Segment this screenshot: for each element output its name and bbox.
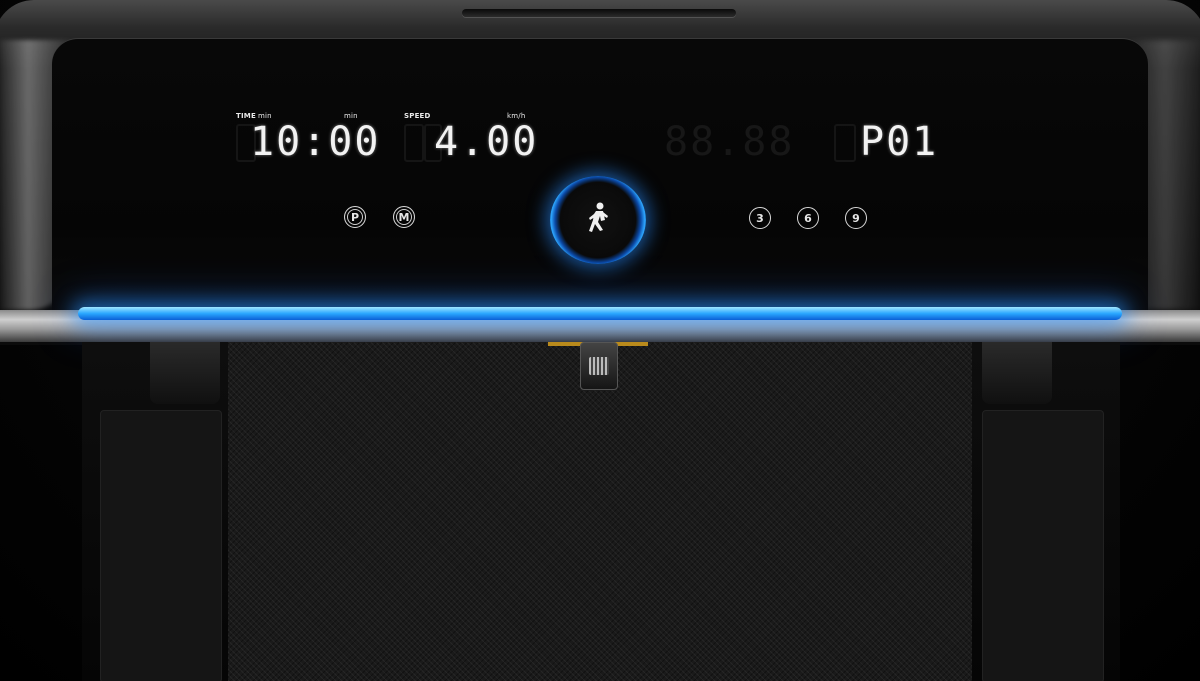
runner-icon xyxy=(589,202,608,232)
left-hinge xyxy=(150,342,220,404)
ambient-light-bar xyxy=(78,307,1122,320)
speed-preset-3-label: 3 xyxy=(756,211,764,225)
speed-readout: 4.00 xyxy=(434,119,539,165)
top-slot xyxy=(462,9,736,17)
program-readout: P01 xyxy=(860,119,939,165)
speed-label: SPEED xyxy=(404,112,431,120)
speed-ghost-digit-1 xyxy=(404,124,424,162)
right-hinge xyxy=(982,342,1052,404)
distance-readout-unlit: 88.88 xyxy=(664,119,795,165)
speed-preset-9-button[interactable]: 9 xyxy=(845,207,867,229)
program-mode-button[interactable]: P xyxy=(344,206,366,228)
left-foot-plate xyxy=(100,410,222,681)
manual-mode-button[interactable]: M xyxy=(393,206,415,228)
speed-preset-9-label: 9 xyxy=(852,211,860,225)
start-button[interactable] xyxy=(550,176,646,264)
treadmill-console-scene: TIME min min 10:00 SPEED km/h 4.00 88.88… xyxy=(0,0,1200,681)
right-foot-plate xyxy=(982,410,1104,681)
speed-preset-3-button[interactable]: 3 xyxy=(749,207,771,229)
program-mode-label: P xyxy=(350,210,360,224)
safety-key-clip[interactable] xyxy=(580,342,618,390)
running-belt xyxy=(228,342,972,681)
manual-mode-label: M xyxy=(398,210,410,224)
program-ghost-digit xyxy=(834,124,856,162)
time-readout: 10:00 xyxy=(250,119,381,165)
speed-preset-6-button[interactable]: 6 xyxy=(797,207,819,229)
speed-preset-6-label: 6 xyxy=(804,211,812,225)
